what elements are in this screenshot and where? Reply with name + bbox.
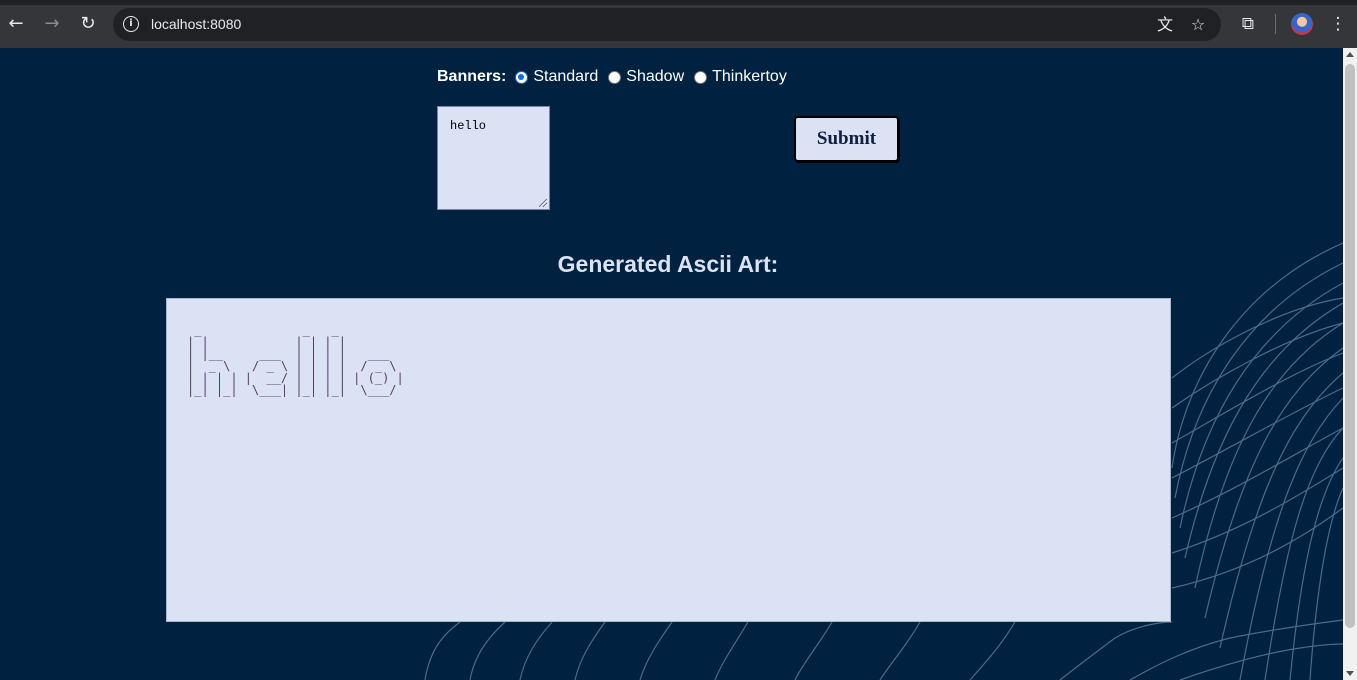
- page-content: Banners: Standard Shadow Thinkertoy hell…: [0, 48, 1343, 680]
- submit-button[interactable]: Submit: [794, 116, 899, 162]
- profile-avatar[interactable]: [1291, 13, 1313, 35]
- menu-kebab-icon[interactable]: ⋮: [1326, 12, 1350, 36]
- page-scrollbar[interactable]: [1343, 48, 1357, 680]
- radio-shadow[interactable]: [608, 70, 622, 84]
- bookmark-star-icon[interactable]: ☆: [1187, 14, 1209, 36]
- radio-standard[interactable]: [515, 70, 529, 84]
- banners-label: Banners:: [437, 68, 507, 85]
- radio-thinkertoy[interactable]: [694, 70, 708, 84]
- resize-handle-icon[interactable]: [539, 199, 547, 207]
- radio-thinkertoy-label[interactable]: Thinkertoy: [712, 68, 787, 86]
- back-icon[interactable]: ←: [4, 12, 28, 36]
- scroll-up-icon[interactable]: [1346, 52, 1354, 57]
- extensions-icon[interactable]: ⧉: [1236, 12, 1260, 36]
- ascii-art-output: _ _ _ | | | | | | | |__ ___ | | | | ___ …: [166, 298, 1171, 622]
- address-url[interactable]: localhost:8080: [151, 16, 241, 32]
- site-info-icon[interactable]: i: [123, 16, 139, 32]
- ascii-art-text: _ _ _ | | | | | | | |__ ___ | | | | ___ …: [187, 323, 404, 397]
- output-heading: Generated Ascii Art:: [557, 251, 779, 277]
- radio-shadow-label[interactable]: Shadow: [626, 68, 684, 86]
- scroll-down-icon[interactable]: [1346, 671, 1354, 676]
- scroll-thumb[interactable]: [1345, 64, 1355, 628]
- browser-toolbar: ← → ↻ i localhost:8080 文 ☆ ⧉ ⋮: [0, 0, 1357, 48]
- reload-icon[interactable]: ↻: [76, 12, 100, 36]
- toolbar-divider: [1275, 14, 1276, 34]
- address-bar[interactable]: i localhost:8080 文 ☆: [113, 8, 1221, 41]
- text-input-value: hello: [450, 119, 487, 133]
- radio-standard-label[interactable]: Standard: [533, 68, 598, 86]
- text-input-area[interactable]: hello: [437, 106, 550, 210]
- translate-icon[interactable]: 文: [1154, 14, 1176, 36]
- banner-selector: Banners: Standard Shadow Thinkertoy: [437, 68, 797, 86]
- forward-icon[interactable]: →: [40, 12, 64, 36]
